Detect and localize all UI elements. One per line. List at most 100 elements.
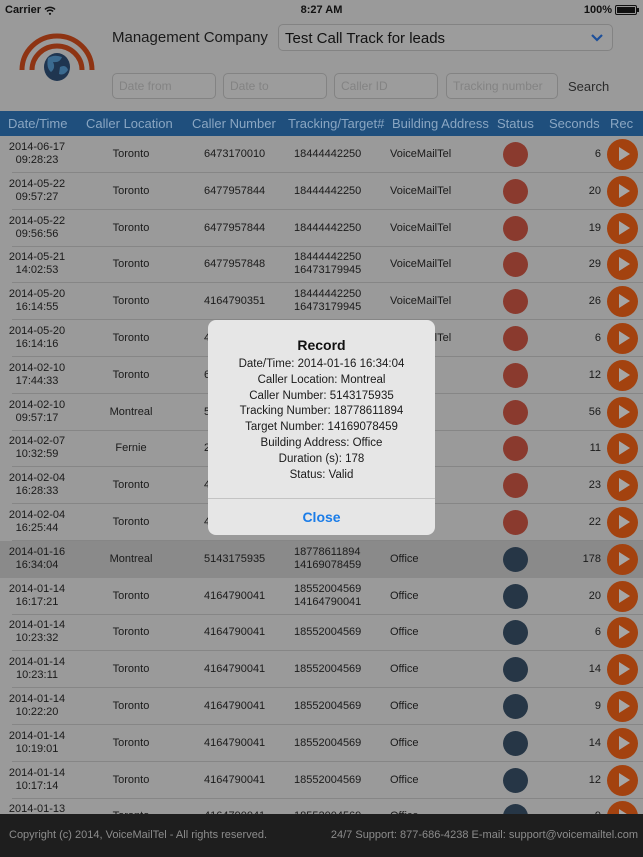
cell-date: 2014-01-14: [8, 582, 66, 595]
date-from-input[interactable]: [112, 73, 216, 99]
cell-tracking-target: 18444442250: [294, 222, 361, 235]
play-recording-button[interactable]: [607, 286, 638, 318]
cell-caller-location: Toronto: [112, 736, 150, 749]
cell-caller-location: Toronto: [112, 700, 150, 712]
battery: 100%: [584, 4, 639, 16]
column-header-tracking-target[interactable]: Tracking/Target#: [288, 116, 384, 131]
play-recording-button[interactable]: [607, 396, 638, 428]
cell-datetime: 2014-05-20 16:14:16: [0, 325, 74, 351]
cell-time: 16:14:16: [15, 338, 59, 350]
company-selected-value: Test Call Track for leads: [285, 30, 446, 47]
tracking-number: 18444442250: [294, 184, 362, 197]
cell-caller-location: Fernie: [115, 442, 147, 455]
status-indicator-icon: [503, 473, 528, 499]
column-header-rec[interactable]: Rec: [610, 116, 633, 131]
cell-caller-location: Toronto: [112, 626, 150, 639]
cell-date: 2014-02-10: [8, 361, 66, 374]
cell-building-address: Office: [390, 589, 419, 602]
play-recording-button[interactable]: [607, 507, 638, 538]
tracking-number-input[interactable]: [446, 73, 558, 99]
play-recording-button[interactable]: [607, 580, 638, 612]
tracking-number: 18444442250: [294, 251, 362, 264]
table-row[interactable]: 2014-06-17 09:28:23 Toronto 6473170010 18444…: [0, 136, 643, 173]
cell-date: 2014-02-04: [8, 509, 66, 521]
play-recording-button[interactable]: [607, 654, 638, 686]
table-row[interactable]: 2014-01-14 10:23:11 Toronto 4164790041 18552…: [0, 651, 643, 689]
status-indicator-icon: [503, 252, 528, 278]
cell-caller-location: Toronto: [112, 368, 150, 381]
column-header-status[interactable]: Status: [497, 116, 534, 131]
cell-tracking-target: 18444442250: [294, 148, 361, 161]
play-recording-button[interactable]: [607, 433, 638, 465]
cell-datetime: 2014-01-14 16:17:21: [0, 583, 74, 609]
column-header-datetime[interactable]: Date/Time: [8, 116, 67, 131]
tracking-number: 18552004569: [294, 626, 362, 639]
close-button[interactable]: Close: [208, 499, 435, 535]
play-recording-button[interactable]: [607, 212, 638, 244]
date-to-input[interactable]: [223, 73, 327, 99]
table-row[interactable]: 2014-01-14 16:17:21 Toronto 4164790041 18552…: [0, 578, 643, 615]
dialog-details: Date/Time: 2014-01-16 16:34:04 Caller Lo…: [208, 357, 435, 483]
play-recording-button[interactable]: [607, 359, 638, 391]
cell-caller-location: Toronto: [112, 221, 150, 234]
play-recording-button[interactable]: [607, 139, 638, 170]
status-indicator-icon: [503, 178, 528, 204]
play-recording-button[interactable]: [607, 801, 638, 814]
tracking-number: 18552004569: [294, 582, 362, 595]
cell-caller-number: 4164790351: [204, 295, 266, 308]
cell-datetime: 2014-01-16 16:34:04: [0, 546, 74, 572]
cell-tracking-target: 18552004569: [294, 737, 361, 750]
cell-seconds: 20: [588, 589, 601, 602]
cell-caller-location: Toronto: [112, 148, 150, 160]
play-recording-button[interactable]: [607, 764, 638, 796]
table-row[interactable]: 2014-05-20 16:14:55 Toronto 4164790351 18444…: [0, 283, 643, 321]
table-row[interactable]: 2014-01-14 10:19:01 Toronto 4164790041 18552…: [0, 725, 643, 762]
play-recording-button[interactable]: [607, 470, 638, 502]
table-row[interactable]: 2014-01-14 10:23:32 Toronto 4164790041 18552…: [0, 614, 643, 652]
cell-datetime: 2014-02-07 10:32:59: [0, 435, 74, 461]
play-recording-button[interactable]: [607, 543, 638, 575]
chevron-down-icon: [591, 34, 603, 42]
status-indicator-icon: [503, 289, 528, 315]
table-row[interactable]: 2014-01-16 16:34:04 Montreal 5143175935 1877…: [0, 540, 643, 578]
status-indicator-icon: [503, 362, 528, 388]
column-header-caller-location[interactable]: Caller Location: [86, 116, 173, 131]
caller-id-input[interactable]: [334, 73, 438, 99]
table-row[interactable]: 2014-05-22 09:56:56 Toronto 6477957844 18444…: [0, 210, 643, 247]
cell-datetime: 2014-02-10 17:44:33: [0, 362, 74, 388]
play-recording-button[interactable]: [607, 323, 638, 354]
table-row[interactable]: 2014-01-14 10:17:14 Toronto 4164790041 18552…: [0, 762, 643, 799]
column-header-caller-number[interactable]: Caller Number: [192, 116, 276, 131]
play-recording-button[interactable]: [607, 175, 638, 207]
cell-time: 10:17:14: [15, 779, 59, 792]
play-recording-button[interactable]: [607, 617, 638, 649]
cell-seconds: 26: [588, 295, 601, 308]
cell-date: 2014-02-04: [8, 472, 66, 485]
status-indicator-icon: [503, 767, 528, 793]
tracking-number: 16473179945: [294, 264, 362, 277]
table-row[interactable]: 2014-01-13Toronto416479004118552004569Of…: [0, 798, 643, 814]
cell-time: 09:28:23: [15, 154, 59, 166]
cell-tracking-target: 18444442250 16473179945: [294, 251, 361, 277]
cell-datetime: 2014-05-21 14:02:53: [0, 251, 74, 277]
tracking-number: 18552004569: [294, 773, 362, 786]
cell-caller-number: 4164790041: [204, 663, 266, 676]
table-row[interactable]: 2014-01-14 10:22:20 Toronto 4164790041 18552…: [0, 688, 643, 725]
detail-datetime: Date/Time: 2014-01-16 16:34:04: [238, 358, 405, 370]
cell-caller-location: Toronto: [112, 295, 150, 308]
cell-tracking-target: 18778611894 14169078459: [294, 546, 361, 572]
status-indicator-icon: [503, 546, 528, 572]
column-header-seconds[interactable]: Seconds: [549, 116, 600, 131]
search-button[interactable]: Search: [568, 79, 609, 94]
table-row[interactable]: 2014-05-21 14:02:53 Toronto 6477957848 18444…: [0, 246, 643, 284]
play-recording-button[interactable]: [607, 727, 638, 759]
column-header-building-address[interactable]: Building Address: [392, 116, 489, 131]
company-select[interactable]: Test Call Track for leads: [278, 24, 613, 51]
play-recording-button[interactable]: [607, 249, 638, 281]
cell-tracking-target: 18444442250 16473179945: [294, 288, 361, 314]
cell-date: 2014-05-20: [8, 288, 66, 301]
table-row[interactable]: 2014-05-22 09:57:27 Toronto 6477957844 18444…: [0, 173, 643, 210]
play-recording-button[interactable]: [607, 691, 638, 722]
cell-seconds: 178: [582, 552, 601, 565]
cell-time: 17:44:33: [15, 374, 59, 387]
